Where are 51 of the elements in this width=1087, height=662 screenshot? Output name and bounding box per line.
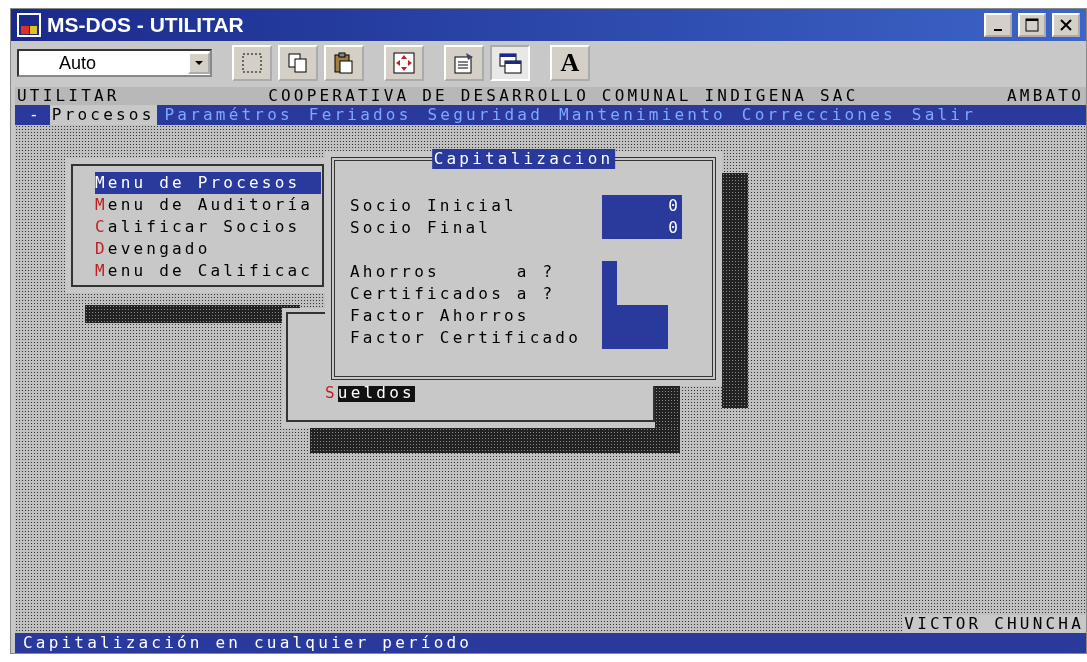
system-menu[interactable]: - <box>15 105 50 125</box>
input-field[interactable]: 0 <box>602 217 682 239</box>
field-label: Certificados a ? <box>350 283 557 305</box>
background-icon <box>498 51 522 75</box>
fullscreen-button[interactable] <box>384 45 424 81</box>
program-name: UTILITAR <box>16 87 121 105</box>
copy-icon <box>286 51 310 75</box>
minimize-icon <box>994 29 1002 31</box>
mark-icon <box>240 51 264 75</box>
window-title: MS-DOS - UTILITAR <box>47 13 245 37</box>
company-name: COOPERATIVA DE DESARROLLO COMUNAL INDIGENA SAC <box>267 87 860 105</box>
properties-button[interactable] <box>444 45 484 81</box>
field-label: Factor Ahorros <box>350 305 531 327</box>
maximize-button[interactable] <box>1018 13 1046 37</box>
field-label: Socio Inicial <box>350 195 518 217</box>
menu-item[interactable]: Procesos <box>49 105 157 125</box>
city-name: AMBATO <box>1006 87 1085 105</box>
menu-item[interactable]: Correcciones <box>733 105 904 125</box>
background-button[interactable] <box>490 45 530 81</box>
input-field[interactable] <box>602 327 668 349</box>
font-size-dropdown[interactable]: Auto <box>17 49 212 77</box>
paste-button[interactable] <box>324 45 364 81</box>
menu-item[interactable]: Mantenimiento <box>551 105 734 125</box>
user-name: VICTOR CHUNCHA <box>902 615 1086 633</box>
maximize-icon <box>1025 18 1039 32</box>
minimize-button[interactable] <box>984 13 1012 37</box>
input-field[interactable] <box>602 305 668 327</box>
menu-item[interactable]: Devengado <box>95 238 322 260</box>
field-label: Socio Final <box>350 217 493 239</box>
menu-item[interactable]: Menu de Auditoría <box>95 194 322 216</box>
field-label: Factor Certificado <box>350 327 582 349</box>
paste-icon <box>332 51 356 75</box>
menu-item[interactable]: Seguridad <box>419 105 551 125</box>
copy-button[interactable] <box>278 45 318 81</box>
field-label: Ahorros a ? <box>350 261 557 283</box>
ms-dos-icon <box>17 13 41 37</box>
dialog-title: Capitalizacion <box>431 149 616 169</box>
close-button[interactable] <box>1052 13 1080 37</box>
menu-item[interactable]: Feriados <box>300 105 420 125</box>
menu-item[interactable]: Menu de Procesos <box>95 172 322 194</box>
menu-item[interactable]: Menu de Calificac <box>95 260 322 282</box>
input-field[interactable] <box>602 261 617 283</box>
caret-icon <box>195 60 203 66</box>
font-button[interactable]: A <box>550 45 590 81</box>
menu-item[interactable]: Salir <box>903 105 984 125</box>
fullscreen-icon <box>392 51 416 75</box>
close-icon <box>1059 18 1073 32</box>
mark-button[interactable] <box>232 45 272 81</box>
menu-item[interactable]: Paramétros <box>156 105 301 125</box>
input-field[interactable]: 0 <box>602 195 682 217</box>
status-bar: Capitalización en cualquier período <box>15 633 1086 653</box>
